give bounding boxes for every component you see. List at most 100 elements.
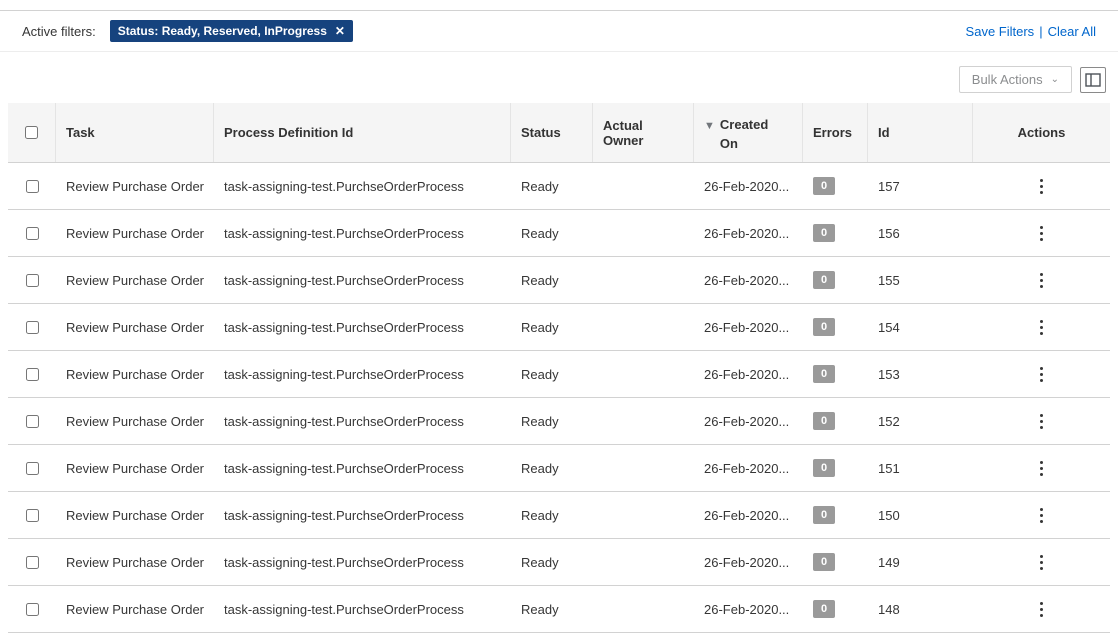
actual-owner-cell bbox=[593, 492, 694, 538]
actions-cell bbox=[973, 445, 1110, 491]
actual-owner-cell bbox=[593, 257, 694, 303]
id-cell: 156 bbox=[868, 210, 973, 256]
created-on-label: Created On bbox=[720, 116, 778, 154]
kebab-menu-icon[interactable] bbox=[1034, 551, 1049, 574]
errors-cell: 0 bbox=[803, 163, 868, 209]
column-header-task[interactable]: Task bbox=[56, 103, 214, 162]
actual-owner-cell bbox=[593, 398, 694, 444]
select-all-checkbox[interactable] bbox=[25, 126, 38, 139]
row-checkbox[interactable] bbox=[26, 368, 39, 381]
actual-owner-cell bbox=[593, 210, 694, 256]
column-header-actual-owner[interactable]: Actual Owner bbox=[593, 103, 694, 162]
task-cell: Review Purchase Order bbox=[56, 398, 214, 444]
kebab-menu-icon[interactable] bbox=[1034, 269, 1049, 292]
row-checkbox[interactable] bbox=[26, 180, 39, 193]
actual-owner-cell bbox=[593, 304, 694, 350]
kebab-menu-icon[interactable] bbox=[1034, 504, 1049, 527]
row-checkbox-cell bbox=[8, 257, 56, 303]
errors-cell: 0 bbox=[803, 445, 868, 491]
row-checkbox[interactable] bbox=[26, 462, 39, 475]
process-definition-cell: task-assigning-test.PurchseOrderProcess bbox=[214, 351, 511, 397]
column-header-process-definition-id[interactable]: Process Definition Id bbox=[214, 103, 511, 162]
task-cell: Review Purchase Order bbox=[56, 304, 214, 350]
table-row: Review Purchase Order task-assigning-tes… bbox=[8, 398, 1110, 445]
created-on-cell: 26-Feb-2020... bbox=[694, 539, 803, 585]
row-checkbox[interactable] bbox=[26, 321, 39, 334]
row-checkbox-cell bbox=[8, 163, 56, 209]
row-checkbox-cell bbox=[8, 586, 56, 632]
errors-badge: 0 bbox=[813, 365, 835, 383]
status-cell: Ready bbox=[511, 586, 593, 632]
status-cell: Ready bbox=[511, 257, 593, 303]
errors-badge: 0 bbox=[813, 271, 835, 289]
task-cell: Review Purchase Order bbox=[56, 539, 214, 585]
id-cell: 157 bbox=[868, 163, 973, 209]
row-checkbox[interactable] bbox=[26, 509, 39, 522]
header-checkbox-cell bbox=[8, 103, 56, 162]
task-cell: Review Purchase Order bbox=[56, 163, 214, 209]
row-checkbox[interactable] bbox=[26, 274, 39, 287]
actions-cell bbox=[973, 163, 1110, 209]
table-row: Review Purchase Order task-assigning-tes… bbox=[8, 257, 1110, 304]
row-checkbox[interactable] bbox=[26, 556, 39, 569]
task-cell: Review Purchase Order bbox=[56, 210, 214, 256]
id-cell: 150 bbox=[868, 492, 973, 538]
id-cell: 155 bbox=[868, 257, 973, 303]
id-cell: 154 bbox=[868, 304, 973, 350]
status-cell: Ready bbox=[511, 492, 593, 538]
table-row: Review Purchase Order task-assigning-tes… bbox=[8, 539, 1110, 586]
kebab-menu-icon[interactable] bbox=[1034, 457, 1049, 480]
created-on-cell: 26-Feb-2020... bbox=[694, 351, 803, 397]
status-cell: Ready bbox=[511, 304, 593, 350]
column-header-created-on[interactable]: ▼ Created On bbox=[694, 103, 803, 162]
save-filters-link[interactable]: Save Filters bbox=[966, 24, 1035, 39]
kebab-menu-icon[interactable] bbox=[1034, 363, 1049, 386]
row-checkbox[interactable] bbox=[26, 603, 39, 616]
table-body: Review Purchase Order task-assigning-tes… bbox=[8, 163, 1110, 633]
errors-badge: 0 bbox=[813, 459, 835, 477]
created-on-cell: 26-Feb-2020... bbox=[694, 398, 803, 444]
row-checkbox-cell bbox=[8, 492, 56, 538]
status-cell: Ready bbox=[511, 210, 593, 256]
kebab-menu-icon[interactable] bbox=[1034, 598, 1049, 621]
row-checkbox-cell bbox=[8, 210, 56, 256]
actions-cell bbox=[973, 398, 1110, 444]
errors-cell: 0 bbox=[803, 398, 868, 444]
task-cell: Review Purchase Order bbox=[56, 257, 214, 303]
links-separator: | bbox=[1039, 24, 1042, 39]
kebab-menu-icon[interactable] bbox=[1034, 316, 1049, 339]
status-cell: Ready bbox=[511, 351, 593, 397]
clear-all-link[interactable]: Clear All bbox=[1048, 24, 1096, 39]
kebab-menu-icon[interactable] bbox=[1034, 175, 1049, 198]
row-checkbox[interactable] bbox=[26, 415, 39, 428]
column-header-status[interactable]: Status bbox=[511, 103, 593, 162]
errors-cell: 0 bbox=[803, 586, 868, 632]
row-checkbox-cell bbox=[8, 304, 56, 350]
id-cell: 153 bbox=[868, 351, 973, 397]
row-checkbox-cell bbox=[8, 445, 56, 491]
actions-cell bbox=[973, 210, 1110, 256]
row-checkbox-cell bbox=[8, 539, 56, 585]
filter-chip-text: Status: Ready, Reserved, InProgress bbox=[118, 24, 327, 38]
id-cell: 151 bbox=[868, 445, 973, 491]
row-checkbox-cell bbox=[8, 351, 56, 397]
bulk-actions-dropdown[interactable]: Bulk Actions ⌄ bbox=[959, 66, 1072, 93]
kebab-menu-icon[interactable] bbox=[1034, 222, 1049, 245]
errors-badge: 0 bbox=[813, 177, 835, 195]
errors-cell: 0 bbox=[803, 351, 868, 397]
column-header-errors[interactable]: Errors bbox=[803, 103, 868, 162]
row-checkbox[interactable] bbox=[26, 227, 39, 240]
actions-cell bbox=[973, 257, 1110, 303]
bulk-actions-label: Bulk Actions bbox=[972, 72, 1043, 87]
process-definition-cell: task-assigning-test.PurchseOrderProcess bbox=[214, 492, 511, 538]
actual-owner-cell bbox=[593, 586, 694, 632]
kebab-menu-icon[interactable] bbox=[1034, 410, 1049, 433]
column-picker-button[interactable] bbox=[1080, 67, 1106, 93]
column-header-actions: Actions bbox=[973, 103, 1110, 162]
table-row: Review Purchase Order task-assigning-tes… bbox=[8, 210, 1110, 257]
errors-badge: 0 bbox=[813, 318, 835, 336]
chip-close-icon[interactable]: ✕ bbox=[335, 25, 345, 37]
status-cell: Ready bbox=[511, 445, 593, 491]
actions-cell bbox=[973, 492, 1110, 538]
column-header-id[interactable]: Id bbox=[868, 103, 973, 162]
